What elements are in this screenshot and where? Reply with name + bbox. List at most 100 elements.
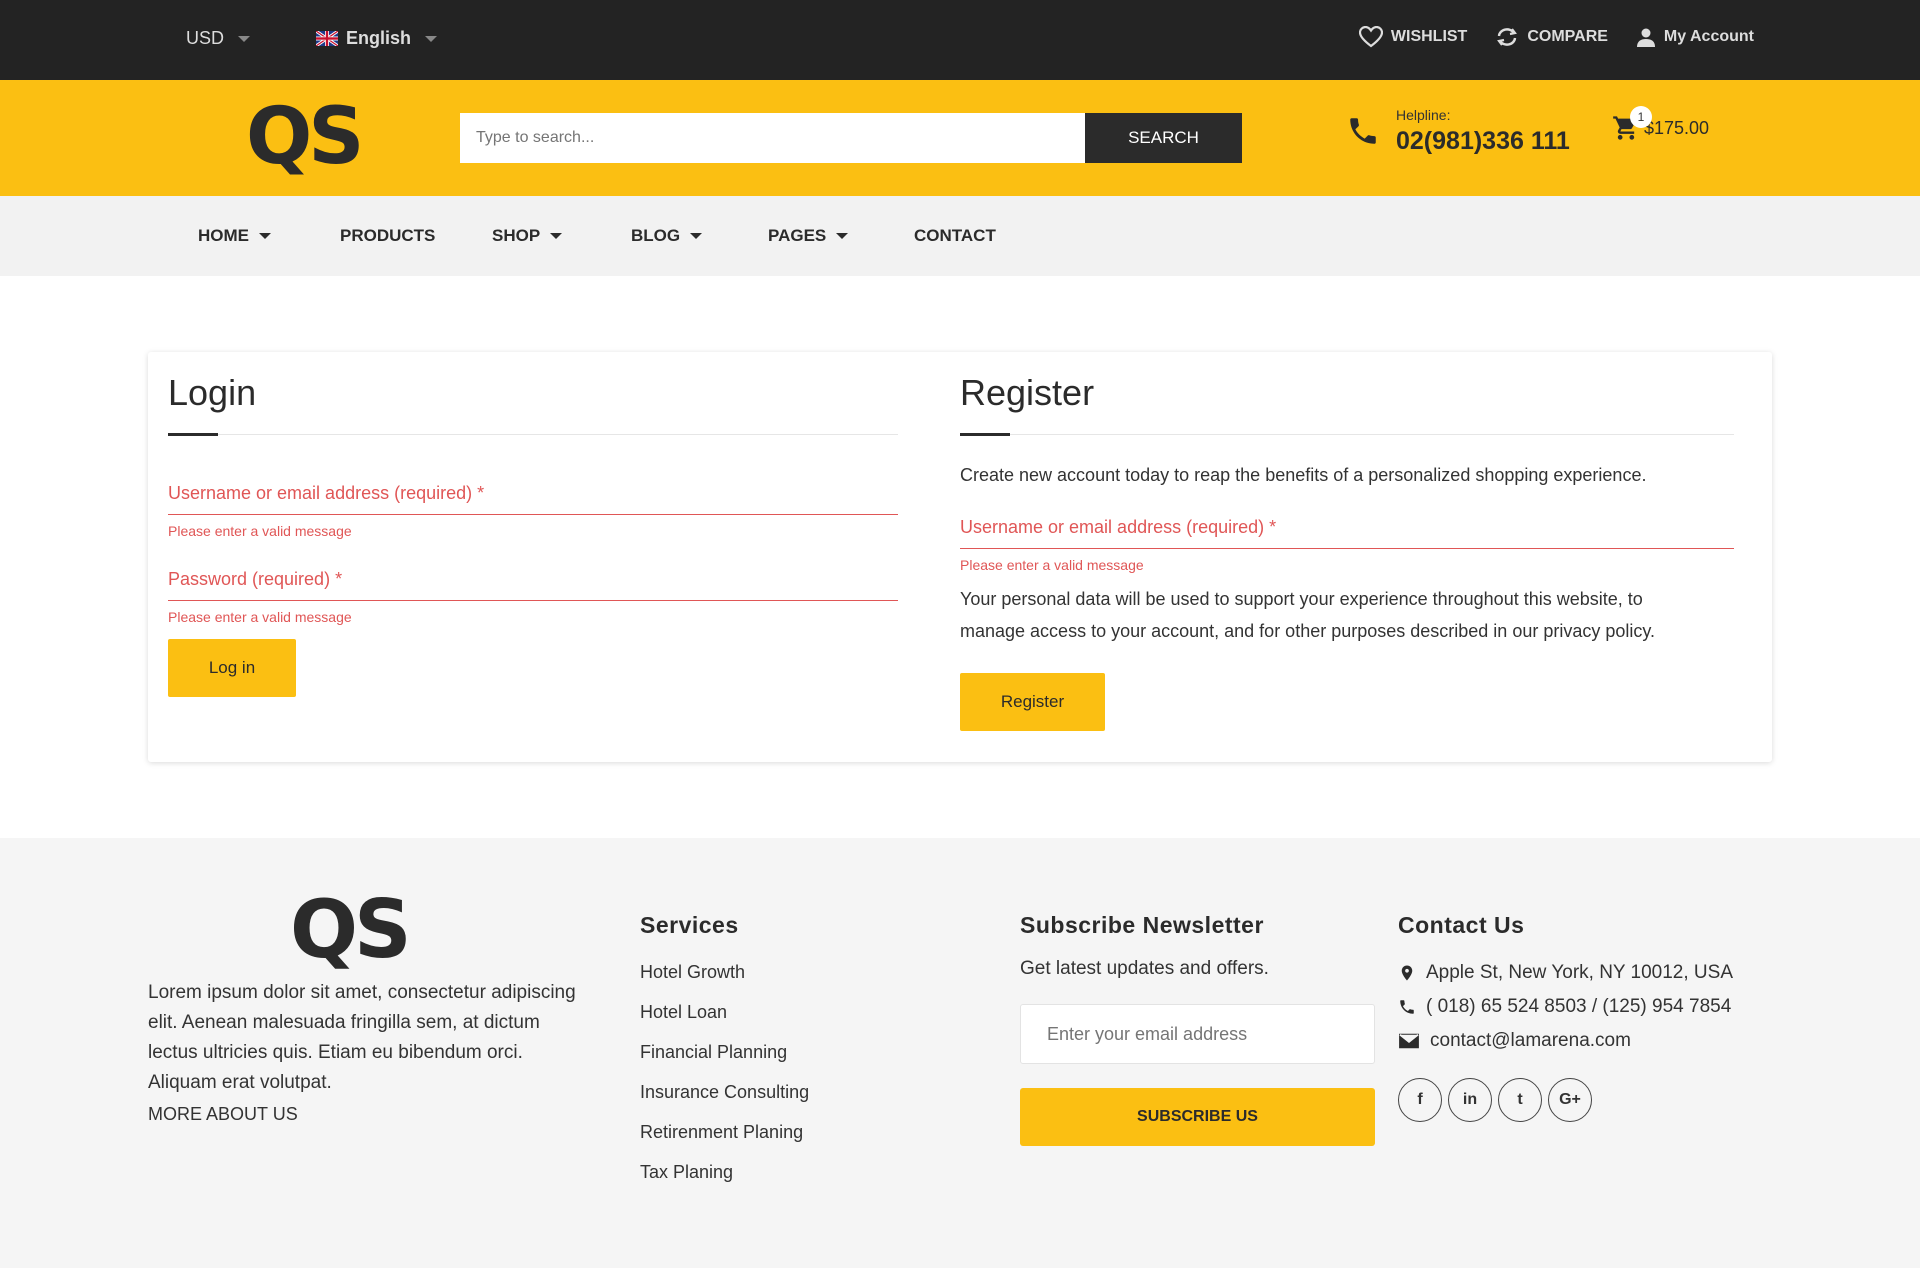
register-intro: Create new account today to reap the ben… <box>960 465 1647 485</box>
service-link[interactable]: Hotel Growth <box>640 962 809 1002</box>
nav-item-label: PAGES <box>768 226 827 245</box>
wishlist-label: WISHLIST <box>1390 28 1468 45</box>
nav-item-label: PRODUCTS <box>340 226 436 245</box>
social-links: f in t G+ <box>1398 1078 1592 1122</box>
privacy-line: manage access to your account, and for o… <box>960 621 1656 641</box>
my-account-link[interactable]: My Account <box>1636 26 1754 48</box>
search-bar: SEARCH <box>460 113 1242 163</box>
chevron-down-icon <box>690 233 703 239</box>
uk-flag-icon <box>316 31 338 46</box>
wishlist-link[interactable]: WISHLIST <box>1358 26 1468 48</box>
chevron-down-icon <box>550 233 563 239</box>
cart-button[interactable]: 1 $175.00 <box>1612 106 1710 142</box>
service-link[interactable]: Retirenment Planing <box>640 1122 809 1162</box>
service-link[interactable]: Insurance Consulting <box>640 1082 809 1122</box>
register-button[interactable]: Register <box>960 673 1105 731</box>
error-message: Please enter a valid message <box>960 557 1144 573</box>
newsletter-heading: Subscribe Newsletter <box>1020 912 1264 938</box>
register-title: Register <box>960 372 1095 413</box>
language-selector[interactable]: English <box>316 28 438 49</box>
nav-item-label: SHOP <box>492 226 541 245</box>
footer-logo[interactable]: QS <box>290 890 412 970</box>
contact-address: Apple St, New York, NY 10012, USA <box>1398 956 1733 990</box>
nav-item-label: BLOG <box>631 226 681 245</box>
main-nav: HOME PRODUCTS SHOP BLOG PAGES CONTACT <box>0 196 1920 276</box>
login-title: Login <box>168 372 257 413</box>
nav-item-home[interactable]: HOME <box>198 226 271 246</box>
search-button[interactable]: SEARCH <box>1085 113 1242 163</box>
login-section: Login Username or email address (require… <box>168 352 898 697</box>
google-plus-icon[interactable]: G+ <box>1548 1078 1592 1122</box>
privacy-line: Your personal data will be used to suppo… <box>960 589 1643 609</box>
refresh-icon <box>1497 28 1518 46</box>
about-line: lectus ultricies quis. Etiam eu bibendum… <box>148 1042 523 1063</box>
helpline-number[interactable]: 02(981)336 111 <box>1396 127 1570 156</box>
contact-phone: ( 018) 65 524 8503 / (125) 954 7854 <box>1398 990 1733 1024</box>
facebook-icon[interactable]: f <box>1398 1078 1442 1122</box>
chevron-down-icon <box>425 35 438 42</box>
twitter-icon[interactable]: t <box>1498 1078 1542 1122</box>
nav-item-pages[interactable]: PAGES <box>768 226 849 246</box>
phone-icon <box>1350 118 1376 144</box>
my-account-label: My Account <box>1663 28 1754 45</box>
email-text[interactable]: contact@lamarena.com <box>1430 1030 1631 1052</box>
nav-item-contact[interactable]: CONTACT <box>914 226 996 246</box>
register-section: Register Create new account today to rea… <box>960 352 1734 731</box>
map-pin-icon <box>1401 965 1413 981</box>
chevron-down-icon <box>836 233 849 239</box>
linkedin-icon[interactable]: in <box>1448 1078 1492 1122</box>
chevron-down-icon <box>238 35 251 42</box>
account-card: Login Username or email address (require… <box>148 352 1772 762</box>
currency-selector[interactable]: USD <box>186 28 251 49</box>
login-username-field[interactable]: Username or email address (required) * <box>168 483 898 515</box>
field-label: Password (required) * <box>168 569 343 589</box>
service-link[interactable]: Financial Planning <box>640 1042 809 1082</box>
nav-item-shop[interactable]: SHOP <box>492 226 563 246</box>
error-message: Please enter a valid message <box>168 609 352 625</box>
subscribe-button[interactable]: SUBSCRIBE US <box>1020 1088 1375 1146</box>
nav-item-products[interactable]: PRODUCTS <box>340 226 435 246</box>
user-icon <box>1636 28 1655 47</box>
header: QS SEARCH Helpline: 02(981)336 111 1 $17… <box>0 80 1920 196</box>
service-link[interactable]: Hotel Loan <box>640 1002 809 1042</box>
register-username-field[interactable]: Username or email address (required) * <box>960 517 1734 549</box>
about-line: Lorem ipsum dolor sit amet, consectetur … <box>148 982 576 1003</box>
field-label: Username or email address (required) * <box>168 483 485 503</box>
cart-count-badge: 1 <box>1630 106 1652 128</box>
cart-total: $175.00 <box>1644 117 1710 138</box>
newsletter-email-input[interactable] <box>1020 1004 1375 1064</box>
contact-email: contact@lamarena.com <box>1398 1024 1733 1058</box>
about-line: Aliquam erat volutpat. <box>148 1072 332 1093</box>
login-password-field[interactable]: Password (required) * <box>168 569 898 601</box>
currency-label: USD <box>186 28 225 48</box>
address-text: Apple St, New York, NY 10012, USA <box>1426 962 1733 983</box>
privacy-notice: Your personal data will be used to suppo… <box>960 583 1734 647</box>
newsletter-subtitle: Get latest updates and offers. <box>1020 958 1269 979</box>
service-link[interactable]: Tax Planing <box>640 1162 809 1202</box>
top-bar: USD English WISHLIST COMPARE My Account <box>0 0 1920 80</box>
footer: QS Lorem ipsum dolor sit amet, consectet… <box>0 838 1920 1268</box>
field-label: Username or email address (required) * <box>960 517 1277 537</box>
footer-about-text: Lorem ipsum dolor sit amet, consectetur … <box>148 978 608 1098</box>
heart-icon <box>1358 26 1383 48</box>
services-heading: Services <box>640 912 739 938</box>
search-input[interactable] <box>460 113 1085 163</box>
compare-link[interactable]: COMPARE <box>1495 26 1608 48</box>
nav-item-label: HOME <box>198 226 249 245</box>
nav-item-label: CONTACT <box>914 226 996 245</box>
divider <box>168 433 898 436</box>
helpline-label: Helpline: <box>1396 107 1451 123</box>
contact-heading: Contact Us <box>1398 912 1525 938</box>
phone-icon <box>1400 1000 1414 1014</box>
nav-item-blog[interactable]: BLOG <box>631 226 703 246</box>
site-logo[interactable]: QS <box>246 98 365 176</box>
about-line: elit. Aenean malesuada fringilla sem, at… <box>148 1012 540 1033</box>
more-about-link[interactable]: MORE ABOUT US <box>148 1104 298 1125</box>
chevron-down-icon <box>259 233 271 239</box>
login-button[interactable]: Log in <box>168 639 296 697</box>
helpline: Helpline: 02(981)336 111 <box>1346 107 1570 156</box>
error-message: Please enter a valid message <box>168 523 352 539</box>
compare-label: COMPARE <box>1527 28 1608 45</box>
phone-text[interactable]: ( 018) 65 524 8503 / (125) 954 7854 <box>1426 996 1731 1018</box>
envelope-icon <box>1399 1033 1419 1049</box>
